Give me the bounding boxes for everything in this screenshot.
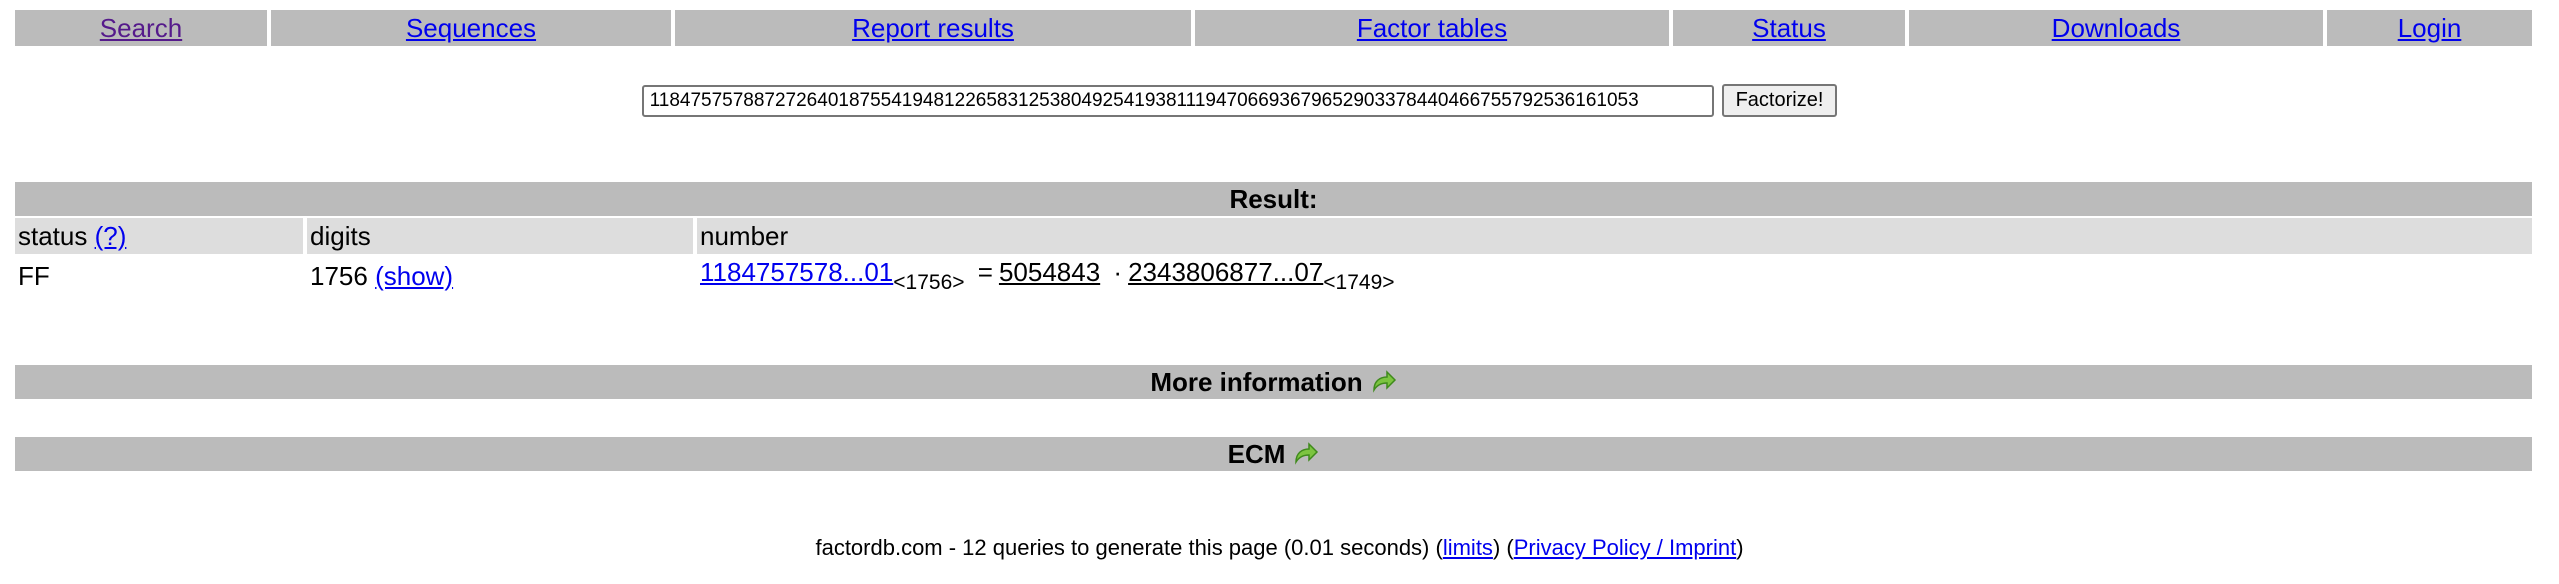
digits-header-label: digits [310, 220, 371, 251]
show-digits-link[interactable]: (show) [375, 261, 453, 291]
footer-text: factordb.com - 12 queries to generate th… [815, 535, 1443, 560]
nav-cell-status: Status [1673, 10, 1905, 46]
top-nav: Search Sequences Report results Factor t… [15, 10, 2532, 46]
factor-1-link[interactable]: 5054843 [999, 257, 1100, 287]
limits-link[interactable]: limits [1443, 535, 1493, 560]
nav-link-downloads[interactable]: Downloads [2052, 13, 2181, 44]
number-column-header: number [697, 218, 2532, 254]
privacy-policy-link[interactable]: Privacy Policy / Imprint [1514, 535, 1737, 560]
status-cell: FF [18, 260, 50, 291]
factorize-button[interactable]: Factorize! [1721, 84, 1838, 117]
result-column-headers: status (?) digits number [15, 218, 2532, 254]
nav-cell-search: Search [15, 10, 267, 46]
footer-close-paren: ) [1736, 535, 1744, 560]
nav-link-status[interactable]: Status [1752, 13, 1826, 44]
number-input[interactable] [641, 84, 1714, 117]
nav-link-search[interactable]: Search [100, 13, 182, 44]
search-form: Factorize! [0, 84, 2559, 117]
nav-link-login[interactable]: Login [2398, 13, 2462, 44]
nav-link-report-results[interactable]: Report results [852, 13, 1014, 44]
more-information-bar[interactable]: More information [15, 365, 2532, 399]
number-cell: 1184757578...01<1756> = 5054843 · 23438068… [697, 257, 2532, 295]
result-row: FF 1756 (show) 1184757578...01<1756> = 50… [15, 256, 2532, 296]
nav-cell-login: Login [2327, 10, 2532, 46]
digits-cell: 1756 (show) [307, 261, 697, 292]
nav-cell-sequences: Sequences [271, 10, 671, 46]
status-help-link[interactable]: (?) [95, 221, 127, 252]
nav-link-sequences[interactable]: Sequences [406, 13, 536, 44]
equals-sign: = [977, 257, 993, 287]
factor-2-length: <1749> [1323, 271, 1395, 294]
number-link[interactable]: 1184757578...01 [700, 257, 893, 287]
footer-separator: ) ( [1492, 535, 1514, 560]
multiplication-dot: · [1113, 257, 1123, 287]
number-length: <1756> [893, 271, 965, 294]
footer: factordb.com - 12 queries to generate th… [0, 535, 2559, 561]
nav-cell-factor-tables: Factor tables [1195, 10, 1669, 46]
nav-cell-report-results: Report results [675, 10, 1191, 46]
expand-arrow-icon[interactable] [1293, 442, 1319, 466]
factor-2-link[interactable]: 2343806877...07 [1128, 257, 1323, 287]
more-information-label: More information [1150, 366, 1363, 397]
nav-link-factor-tables[interactable]: Factor tables [1357, 13, 1507, 44]
number-header-label: number [700, 220, 789, 251]
digits-column-header: digits [307, 218, 693, 254]
status-header-label: status [18, 220, 88, 251]
expand-arrow-icon[interactable] [1371, 370, 1397, 394]
digits-value: 1756 [310, 260, 368, 291]
nav-cell-downloads: Downloads [1909, 10, 2323, 46]
ecm-bar[interactable]: ECM [15, 437, 2532, 471]
result-header: Result: [15, 182, 2532, 216]
status-column-header: status (?) [15, 218, 303, 254]
ecm-label: ECM [1227, 438, 1286, 469]
